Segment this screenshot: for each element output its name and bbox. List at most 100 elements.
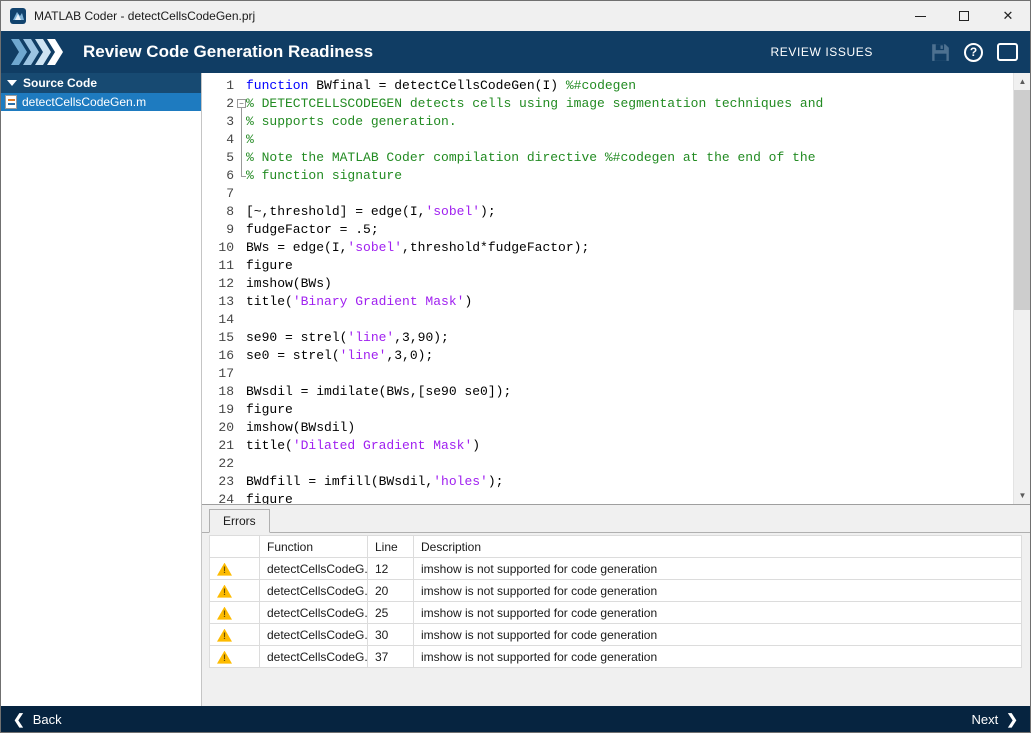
- tab-errors[interactable]: Errors: [209, 509, 270, 533]
- mfile-icon: [5, 95, 17, 109]
- code-line[interactable]: 22: [202, 455, 1013, 473]
- code-text: title('Binary Gradient Mask'): [246, 293, 472, 311]
- line-number: 24: [202, 491, 234, 504]
- code-line[interactable]: 21title('Dilated Gradient Mask'): [202, 437, 1013, 455]
- code-line[interactable]: 7: [202, 185, 1013, 203]
- code-line[interactable]: 6 % function signature: [202, 167, 1013, 185]
- code-line[interactable]: 24 figure: [202, 491, 1013, 504]
- help-icon[interactable]: ?: [964, 43, 983, 62]
- code-line[interactable]: 13 title('Binary Gradient Mask'): [202, 293, 1013, 311]
- line-number: 2: [202, 95, 234, 113]
- errors-table-wrap: FunctionLineDescription detectCellsCodeG…: [209, 535, 1022, 668]
- line-number: 16: [202, 347, 234, 365]
- code-fold-indicator: [241, 108, 242, 176]
- code-text: figure: [246, 491, 293, 504]
- line-number: 22: [202, 455, 234, 473]
- close-button[interactable]: ✕: [986, 1, 1030, 31]
- warning-icon: [217, 651, 232, 664]
- footer-nav-bar: ❮ Back Next ❯: [1, 706, 1030, 732]
- errors-column-header[interactable]: Line: [368, 536, 414, 558]
- sidebar-item-detectcellscodegen[interactable]: detectCellsCodeGen.m: [1, 93, 201, 111]
- back-label: Back: [33, 712, 62, 727]
- code-fold-indicator-end: [241, 176, 246, 177]
- code-fold-toggle-icon[interactable]: −: [237, 99, 246, 108]
- save-icon[interactable]: [931, 43, 950, 62]
- coder-chevrons-logo-icon: [11, 39, 65, 65]
- code-text: figure: [246, 401, 293, 419]
- errors-column-header[interactable]: Function: [260, 536, 368, 558]
- code-editor[interactable]: 1function BWfinal = detectCellsCodeGen(I…: [202, 73, 1030, 504]
- collapse-triangle-icon: [7, 80, 17, 86]
- code-line[interactable]: 8[~,threshold] = edge(I,'sobel');: [202, 203, 1013, 221]
- code-line[interactable]: 17: [202, 365, 1013, 383]
- code-line[interactable]: 5 % Note the MATLAB Coder compilation dir…: [202, 149, 1013, 167]
- line-number: 23: [202, 473, 234, 491]
- scrollbar-thumb[interactable]: [1014, 90, 1030, 310]
- code-line[interactable]: 19figure: [202, 401, 1013, 419]
- code-line[interactable]: 20 imshow(BWsdil): [202, 419, 1013, 437]
- menu-icon[interactable]: [997, 43, 1018, 61]
- code-line[interactable]: 12 imshow(BWs): [202, 275, 1013, 293]
- code-text: % supports code generation.: [246, 113, 457, 131]
- line-number: 18: [202, 383, 234, 401]
- back-button[interactable]: ❮ Back: [13, 711, 62, 728]
- matlab-coder-window: MATLAB Coder - detectCellsCodeGen.prj ✕ …: [0, 0, 1031, 733]
- line-number: 13: [202, 293, 234, 311]
- code-text: % Note the MATLAB Coder compilation dire…: [246, 149, 816, 167]
- next-chevron-icon: ❯: [1006, 711, 1018, 728]
- minimize-button[interactable]: [898, 1, 942, 31]
- error-row[interactable]: detectCellsCodeG...30imshow is not suppo…: [210, 624, 1022, 646]
- scroll-down-arrow-icon[interactable]: ▼: [1014, 487, 1030, 504]
- error-row[interactable]: detectCellsCodeG...12imshow is not suppo…: [210, 558, 1022, 580]
- code-line[interactable]: 15se90 = strel('line',3,90);: [202, 329, 1013, 347]
- back-chevron-icon: ❮: [13, 711, 25, 728]
- code-line[interactable]: 23BWdfill = imfill(BWsdil,'holes');: [202, 473, 1013, 491]
- code-line[interactable]: 18 BWsdil = imdilate(BWs,[se90 se0]);: [202, 383, 1013, 401]
- error-row[interactable]: detectCellsCodeG...25imshow is not suppo…: [210, 602, 1022, 624]
- line-number: 5: [202, 149, 234, 167]
- next-button[interactable]: Next ❯: [972, 711, 1018, 728]
- errors-column-header[interactable]: [210, 536, 260, 558]
- error-row[interactable]: detectCellsCodeG...37imshow is not suppo…: [210, 646, 1022, 668]
- code-line[interactable]: 11figure: [202, 257, 1013, 275]
- code-line[interactable]: 14: [202, 311, 1013, 329]
- header-actions: REVIEW ISSUES ?: [771, 43, 1019, 62]
- code-text: se0 = strel('line',3,0);: [246, 347, 433, 365]
- code-text: imshow(BWs): [246, 275, 332, 293]
- window-title: MATLAB Coder - detectCellsCodeGen.prj: [34, 9, 898, 23]
- code-lines[interactable]: 1function BWfinal = detectCellsCodeGen(I…: [202, 73, 1013, 504]
- line-number: 1: [202, 77, 234, 95]
- review-issues-link[interactable]: REVIEW ISSUES: [771, 45, 874, 59]
- code-text: imshow(BWsdil): [246, 419, 355, 437]
- editor-vertical-scrollbar[interactable]: ▲ ▼: [1013, 73, 1030, 504]
- code-text: % function signature: [246, 167, 402, 185]
- source-code-section-header[interactable]: Source Code: [1, 73, 201, 93]
- maximize-icon: [959, 11, 969, 21]
- code-line[interactable]: 3% supports code generation.: [202, 113, 1013, 131]
- scroll-up-arrow-icon[interactable]: ▲: [1014, 73, 1030, 90]
- code-line[interactable]: 10BWs = edge(I,'sobel',threshold*fudgeFa…: [202, 239, 1013, 257]
- line-number: 20: [202, 419, 234, 437]
- code-line[interactable]: 9fudgeFactor = .5;: [202, 221, 1013, 239]
- page-title: Review Code Generation Readiness: [83, 42, 771, 62]
- code-line[interactable]: 2 % DETECTCELLSCODEGEN detects cells usin…: [202, 95, 1013, 113]
- code-text: %: [246, 131, 254, 149]
- line-number: 15: [202, 329, 234, 347]
- line-number: 7: [202, 185, 234, 203]
- line-number: 12: [202, 275, 234, 293]
- error-row[interactable]: detectCellsCodeG...20imshow is not suppo…: [210, 580, 1022, 602]
- code-line[interactable]: 16 se0 = strel('line',3,0);: [202, 347, 1013, 365]
- code-line[interactable]: 4%: [202, 131, 1013, 149]
- code-text: % DETECTCELLSCODEGEN detects cells using…: [246, 95, 823, 113]
- code-text: BWsdil = imdilate(BWs,[se90 se0]);: [246, 383, 511, 401]
- errors-column-header[interactable]: Description: [414, 536, 1022, 558]
- next-label: Next: [972, 712, 999, 727]
- line-number: 14: [202, 311, 234, 329]
- maximize-button[interactable]: [942, 1, 986, 31]
- source-code-section-label: Source Code: [23, 76, 97, 90]
- matlab-coder-app-icon: [9, 7, 27, 25]
- line-number: 6: [202, 167, 234, 185]
- sidebar-item-label: detectCellsCodeGen.m: [22, 95, 146, 109]
- code-line[interactable]: 1function BWfinal = detectCellsCodeGen(I…: [202, 77, 1013, 95]
- window-controls: ✕: [898, 1, 1030, 31]
